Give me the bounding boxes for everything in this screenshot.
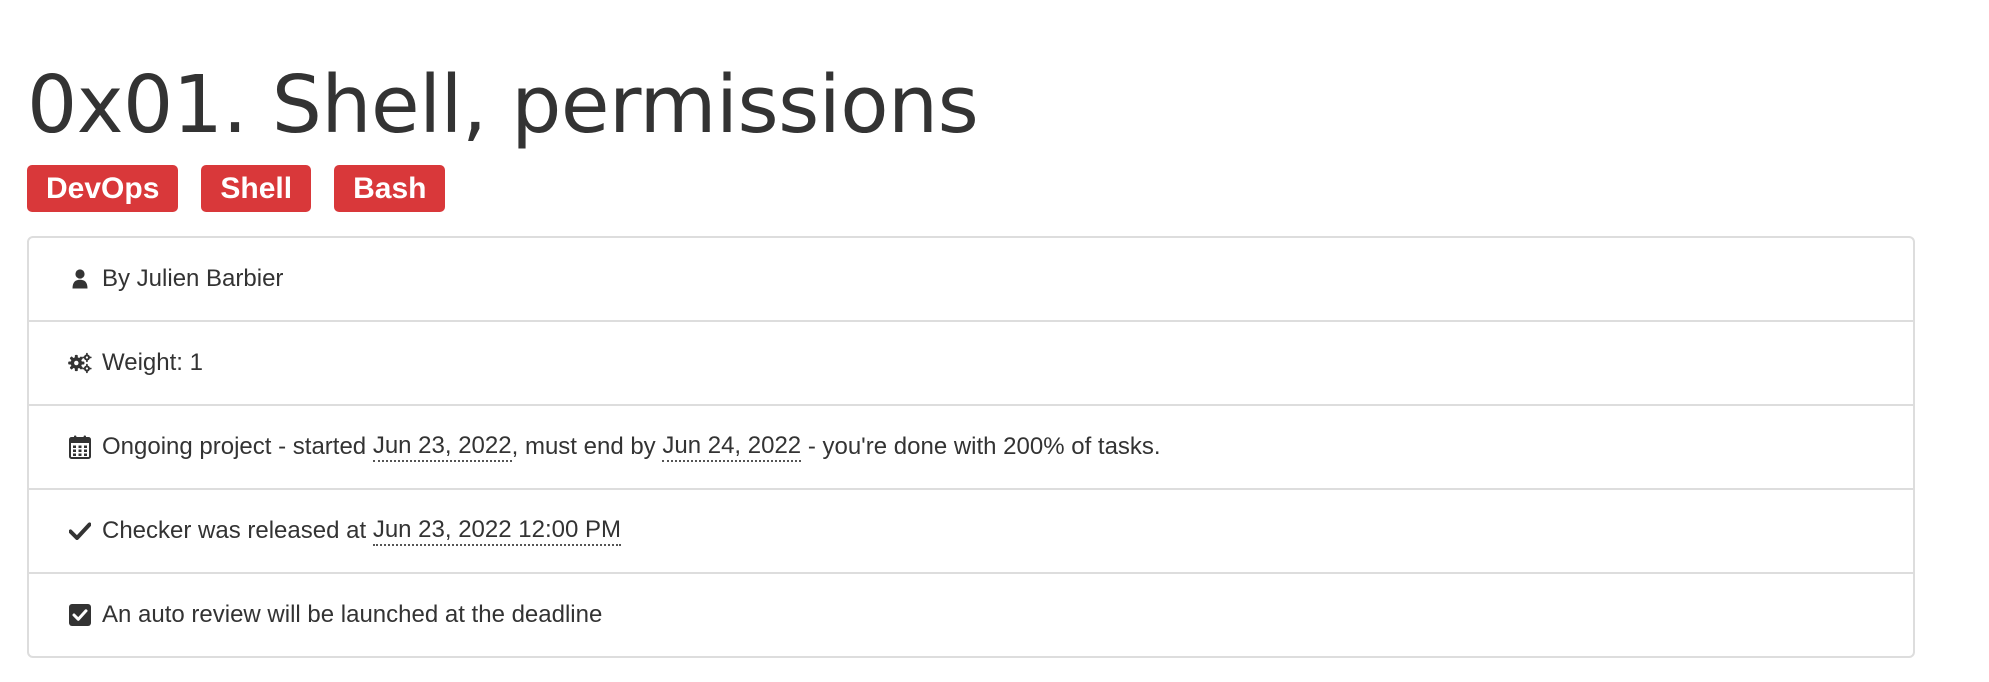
page-title: 0x01. Shell, permissions bbox=[27, 59, 979, 151]
progress-prefix: Ongoing project - started bbox=[102, 433, 367, 460]
tag-bash[interactable]: Bash bbox=[334, 165, 446, 212]
tag-list: DevOps Shell Bash bbox=[27, 165, 1989, 212]
tag-shell[interactable]: Shell bbox=[201, 165, 312, 212]
author-row: By Julien Barbier bbox=[29, 238, 1913, 322]
check-icon bbox=[68, 518, 92, 544]
auto-review-row: An auto review will be launched at the d… bbox=[29, 574, 1913, 656]
checker-prefix: Checker was released at bbox=[102, 517, 367, 544]
checker-datetime[interactable]: Jun 23, 2022 12:00 PM bbox=[372, 516, 621, 546]
progress-middle: , must end by bbox=[511, 433, 656, 460]
weight-row: Weight: 1 bbox=[29, 322, 1913, 406]
progress-suffix: - you're done with 200% of tasks. bbox=[807, 433, 1161, 460]
checker-row: Checker was released at Jun 23, 2022 12:… bbox=[29, 490, 1913, 574]
weight-text: Weight: 1 bbox=[102, 349, 203, 376]
tag-devops[interactable]: DevOps bbox=[27, 165, 179, 212]
progress-row: Ongoing project - started Jun 23, 2022, … bbox=[29, 406, 1913, 490]
project-info-panel: By Julien Barbier Weight: 1 Ongoing proj… bbox=[27, 236, 1915, 658]
gears-icon bbox=[68, 350, 92, 376]
project-page: 0x01. Shell, permissions DevOps Shell Ba… bbox=[0, 0, 1989, 658]
auto-review-text: An auto review will be launched at the d… bbox=[102, 601, 603, 628]
check-square-icon bbox=[68, 602, 92, 628]
author-text: By Julien Barbier bbox=[102, 265, 284, 292]
calendar-icon bbox=[68, 434, 92, 460]
user-icon bbox=[68, 266, 92, 292]
start-date[interactable]: Jun 23, 2022 bbox=[372, 432, 512, 462]
end-date[interactable]: Jun 24, 2022 bbox=[662, 432, 802, 462]
